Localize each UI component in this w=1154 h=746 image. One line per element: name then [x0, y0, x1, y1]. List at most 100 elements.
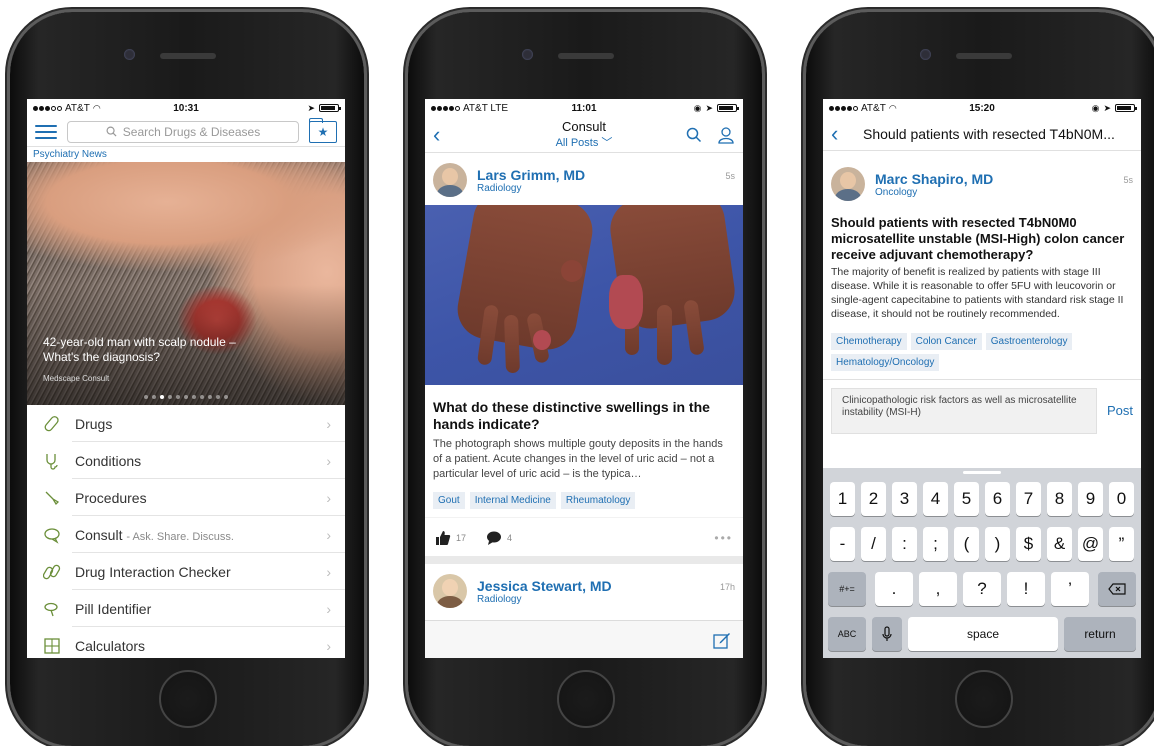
chevron-right-icon: ›	[326, 415, 331, 432]
key[interactable]: 4	[923, 482, 948, 516]
key[interactable]: 9	[1078, 482, 1103, 516]
key[interactable]: ,	[919, 572, 957, 606]
key[interactable]: ’	[1051, 572, 1089, 606]
numeric-keyboard: 1 2 3 4 5 6 7 8 9 0 - / : ; ( ) $ & @ ” …	[823, 468, 1141, 658]
key[interactable]: (	[954, 527, 979, 561]
top-nav: Search Drugs & Diseases ★	[27, 117, 345, 147]
menu-item-conditions[interactable]: Conditions ›	[27, 442, 345, 479]
like-button[interactable]: 17	[435, 530, 466, 546]
author-name[interactable]: Marc Shapiro, MD	[875, 171, 1113, 187]
tag-chip[interactable]: Gout	[433, 492, 465, 509]
key[interactable]: :	[892, 527, 917, 561]
home-button[interactable]	[557, 670, 615, 728]
key[interactable]: 3	[892, 482, 917, 516]
key[interactable]: &	[1047, 527, 1072, 561]
key[interactable]: 0	[1109, 482, 1134, 516]
post-button[interactable]: Post	[1107, 403, 1133, 418]
battery-icon	[1115, 104, 1137, 112]
microphone-icon	[882, 626, 892, 641]
key[interactable]: $	[1016, 527, 1041, 561]
microphone-key[interactable]	[872, 617, 902, 651]
chevron-right-icon: ›	[326, 563, 331, 580]
consult-post-card[interactable]: Jessica Stewart, MD Radiology 17h	[425, 564, 743, 616]
author-name[interactable]: Jessica Stewart, MD	[477, 578, 710, 594]
author-name[interactable]: Lars Grimm, MD	[477, 167, 715, 183]
comment-button[interactable]: 4	[486, 530, 512, 546]
tag-chip[interactable]: Gastroenterology	[985, 333, 1073, 350]
like-count: 17	[456, 533, 467, 543]
space-key[interactable]: space	[908, 617, 1058, 651]
earpiece-speaker	[160, 53, 216, 59]
more-options-icon[interactable]: •••	[714, 531, 733, 545]
post-actions: 17 4 •••	[425, 517, 743, 556]
scalpel-icon	[41, 487, 63, 509]
symbols-toggle-key[interactable]: #+=	[828, 572, 866, 606]
key[interactable]: ”	[1109, 527, 1134, 561]
tag-chip[interactable]: Hematology/Oncology	[831, 354, 940, 371]
backspace-key[interactable]	[1098, 572, 1136, 606]
search-icon[interactable]	[685, 126, 703, 144]
menu-item-calculators[interactable]: Calculators ›	[27, 627, 345, 658]
avatar[interactable]	[433, 574, 467, 608]
location-arrow-icon: ➤	[1103, 102, 1111, 113]
key[interactable]: )	[985, 527, 1010, 561]
key[interactable]: 2	[861, 482, 886, 516]
key[interactable]: .	[875, 572, 913, 606]
post-body: The majority of benefit is realized by p…	[831, 266, 1124, 320]
post-tags: Chemotherapy Colon Cancer Gastroenterolo…	[823, 321, 1141, 371]
comment-input[interactable]: Clinicopathologic risk factors as well a…	[831, 387, 1097, 434]
home-button[interactable]	[955, 670, 1013, 728]
tag-chip[interactable]: Chemotherapy	[831, 333, 907, 350]
chevron-right-icon: ›	[326, 600, 331, 617]
menu-item-drugs[interactable]: Drugs ›	[27, 405, 345, 442]
return-key[interactable]: return	[1064, 617, 1136, 651]
tag-chip[interactable]: Colon Cancer	[910, 333, 982, 350]
back-chevron-icon[interactable]: ‹	[433, 123, 455, 146]
favorites-folder-icon[interactable]: ★	[309, 117, 337, 143]
chevron-down-icon: ﹀	[601, 137, 613, 149]
avatar[interactable]	[433, 163, 467, 197]
avatar[interactable]	[831, 167, 865, 201]
key[interactable]: !	[1007, 572, 1045, 606]
post-title[interactable]: What do these distinctive swellings in t…	[425, 385, 743, 435]
pills-interaction-icon	[41, 561, 63, 583]
search-placeholder: Search Drugs & Diseases	[122, 124, 261, 139]
key[interactable]: 1	[830, 482, 855, 516]
phone-frame-1: AT&T ◠ 10:31 ➤ Search Drugs & Diseases ★…	[10, 12, 364, 746]
post-image-hands[interactable]	[425, 205, 743, 385]
home-button[interactable]	[159, 670, 217, 728]
menu-item-drug-interaction-checker[interactable]: Drug Interaction Checker ›	[27, 553, 345, 590]
location-arrow-icon: ➤	[705, 102, 713, 113]
key[interactable]: -	[830, 527, 855, 561]
compose-icon[interactable]	[713, 631, 731, 649]
news-source-label[interactable]: Psychiatry News	[27, 147, 345, 162]
search-input[interactable]: Search Drugs & Diseases	[67, 120, 299, 143]
menu-item-procedures[interactable]: Procedures ›	[27, 479, 345, 516]
post-author-row: Marc Shapiro, MD Oncology 5s	[823, 151, 1141, 211]
hero-carousel[interactable]: 42-year-old man with scalp nodule – What…	[27, 162, 345, 405]
menu-item-pill-identifier[interactable]: Pill Identifier ›	[27, 590, 345, 627]
menu-item-consult[interactable]: Consult - Ask. Share. Discuss. ›	[27, 516, 345, 553]
top-nav: ‹ Should patients with resected T4bN0M..…	[823, 117, 1141, 151]
abc-key[interactable]: ABC	[828, 617, 866, 651]
carousel-pager[interactable]	[27, 395, 345, 399]
stethoscope-icon	[41, 450, 63, 472]
key[interactable]: 7	[1016, 482, 1041, 516]
profile-icon[interactable]	[717, 126, 735, 144]
tag-chip[interactable]: Internal Medicine	[469, 492, 556, 509]
consult-post-card[interactable]: Lars Grimm, MD Radiology 5s What do thes…	[425, 153, 743, 556]
key[interactable]: 8	[1047, 482, 1072, 516]
menu-hamburger-icon[interactable]	[35, 124, 57, 139]
key[interactable]: ;	[923, 527, 948, 561]
post-author-row: Lars Grimm, MD Radiology 5s	[425, 153, 743, 205]
key[interactable]: 5	[954, 482, 979, 516]
key[interactable]: @	[1078, 527, 1103, 561]
key[interactable]: ?	[963, 572, 1001, 606]
hero-caption[interactable]: 42-year-old man with scalp nodule – What…	[43, 335, 253, 365]
back-chevron-icon[interactable]: ‹	[831, 122, 853, 145]
tag-chip[interactable]: Rheumatology	[560, 492, 636, 509]
key[interactable]: 6	[985, 482, 1010, 516]
key[interactable]: /	[861, 527, 886, 561]
backspace-icon	[1108, 583, 1126, 595]
keyboard-row-symbols: - / : ; ( ) $ & @ ”	[826, 527, 1138, 561]
